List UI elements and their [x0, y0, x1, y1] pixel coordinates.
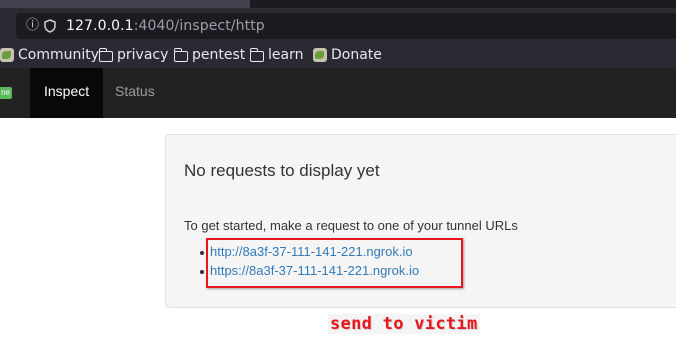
empty-state-heading: No requests to display yet: [184, 161, 380, 180]
instructions-text: To get started, make a request to one of…: [184, 218, 518, 233]
bookmarks-bar: Community privacy pentest learn Donate: [0, 42, 676, 68]
info-icon[interactable]: ⓘ: [26, 19, 39, 33]
shield-icon[interactable]: [44, 19, 56, 37]
brand-badge[interactable]: ne: [0, 87, 12, 99]
bookmark-label: Donate: [331, 47, 382, 63]
folder-icon: [99, 47, 113, 62]
folder-icon: [174, 47, 188, 62]
browser-tab-strip: [0, 0, 676, 8]
nav-tab-status[interactable]: Status: [101, 68, 169, 118]
active-browser-tab[interactable]: [0, 0, 250, 8]
dragon-favicon-icon: [0, 48, 14, 62]
annotation-highlight-box: [206, 238, 463, 288]
nav-tab-inspect[interactable]: Inspect: [30, 68, 104, 118]
bookmark-label: pentest: [192, 47, 246, 63]
url-text[interactable]: 127.0.0.1:4040/inspect/http: [66, 17, 265, 35]
dragon-favicon-icon: [313, 48, 327, 62]
browser-toolbar: ⓘ 127.0.0.1:4040/inspect/http: [0, 8, 676, 42]
annotation-label: send to victim: [328, 314, 480, 334]
bookmark-folder-learn[interactable]: learn: [250, 46, 303, 64]
ngrok-navbar: ne Inspect Status: [0, 68, 676, 118]
bookmark-label: learn: [268, 47, 304, 63]
bookmark-folder-pentest[interactable]: pentest: [174, 46, 245, 64]
bookmark-label: privacy: [117, 47, 169, 63]
address-bar[interactable]: ⓘ 127.0.0.1:4040/inspect/http: [16, 13, 676, 39]
bookmark-donate[interactable]: Donate: [313, 46, 382, 64]
bookmark-community[interactable]: Community: [0, 46, 99, 64]
folder-icon: [250, 47, 264, 62]
bookmark-folder-privacy[interactable]: privacy: [99, 46, 168, 64]
bookmark-label: Community: [18, 47, 100, 63]
